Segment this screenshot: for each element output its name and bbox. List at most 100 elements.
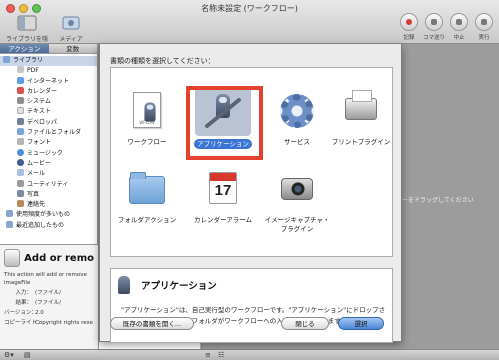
open-existing-button[interactable]: 既存の書類を開く...	[110, 317, 194, 330]
library-item-contacts[interactable]: 連絡先	[0, 200, 97, 210]
library-pane: アクション 変数 ライブラリ PDF インターネット カレンダー システム テキ…	[0, 44, 98, 349]
settings-menu-icon[interactable]: ⚙▾	[4, 351, 14, 359]
run-icon	[475, 13, 493, 31]
run-label: 実行	[478, 35, 490, 41]
tab-variables[interactable]: 変数	[49, 44, 98, 53]
type-print-plugin[interactable]: プリントプラグイン	[327, 90, 395, 147]
application-small-icon	[115, 275, 135, 295]
type-application-label: アプリケーション	[189, 139, 257, 149]
window-toolbar: 名称未設定 (ワークフロー) ライブラリを隠す メディア 記録 コマ送り 中止 …	[0, 0, 499, 52]
step-icon	[425, 13, 443, 31]
stop-icon	[450, 13, 468, 31]
bottom-bar: ⚙▾ ▤ ≡ ☷	[0, 349, 499, 360]
library-item-mail[interactable]: メール	[0, 169, 97, 179]
internet-icon	[17, 76, 24, 84]
media-button[interactable]: メディア	[56, 14, 86, 43]
calendar-date: 17	[214, 182, 232, 199]
camera-icon	[275, 168, 319, 212]
font-icon	[17, 138, 24, 146]
library-item-files-folders[interactable]: ファイルとフォルダ	[0, 128, 97, 138]
action-copyright: コピーライト：Copyright rights rese	[4, 320, 93, 326]
library-item-movies[interactable]: ムービー	[0, 158, 97, 169]
close-button[interactable]: 閉じる	[281, 317, 329, 330]
type-workflow-label: ワークフロー	[127, 138, 167, 146]
action-input: 入力： (ファイル/	[15, 290, 61, 296]
library-item-pdf[interactable]: PDF	[0, 66, 97, 76]
type-print-plugin-label: プリントプラグイン	[331, 138, 391, 146]
action-icon	[4, 249, 21, 267]
application-robot-icon	[195, 86, 251, 136]
photos-icon	[17, 189, 24, 197]
library-icon	[17, 14, 37, 32]
run-button[interactable]: 実行	[471, 13, 497, 41]
smart-folder-icon	[6, 210, 13, 218]
type-description-box: アプリケーション "アプリケーション"は、自己実行型のワークフローです。"アプリ…	[110, 268, 393, 343]
media-label: メディア	[59, 36, 83, 43]
step-label: コマ送り	[422, 35, 445, 41]
library-tabs: アクション 変数	[0, 44, 97, 54]
library-item-internet[interactable]: インターネット	[0, 76, 97, 87]
library-item-calendar[interactable]: カレンダー	[0, 86, 97, 97]
text-icon	[17, 107, 24, 115]
library-root[interactable]: ライブラリ	[0, 56, 97, 67]
description-title: アプリケーション	[141, 281, 217, 292]
pdf-icon	[17, 66, 24, 74]
music-icon	[17, 148, 24, 156]
type-calendar-alarm-label: カレンダーアラーム	[193, 216, 253, 224]
developer-icon	[17, 117, 24, 125]
library-folder-icon	[3, 56, 10, 63]
calendar-icon: 17	[201, 168, 245, 212]
step-button[interactable]: コマ送り	[421, 13, 447, 41]
library-list: ライブラリ PDF インターネット カレンダー システム テキスト デベロッパ …	[0, 54, 97, 233]
system-icon	[17, 97, 24, 105]
action-result: 結果： (ファイル/	[15, 300, 61, 306]
drag-hint: ーをドラッグしてください	[402, 197, 474, 204]
toggle-details-icon[interactable]: ▤	[24, 351, 31, 359]
media-icon	[61, 14, 81, 32]
stop-label: 中止	[453, 35, 465, 41]
library-item-developer[interactable]: デベロッパ	[0, 117, 97, 128]
sheet-prompt: 書類の種類を選択してください：	[110, 57, 215, 65]
type-service-label: サービス	[284, 138, 310, 146]
variables-icon[interactable]: ☷	[218, 351, 224, 359]
action-version: バージョン：2.0	[4, 310, 44, 316]
document-type-grid: ワークフロー アプリケーション サービス プリントプラグイン フォルダアクション…	[110, 67, 393, 257]
document-type-sheet: 書類の種類を選択してください： ワークフロー アプリケーション サービス プリン…	[99, 44, 402, 343]
type-calendar-alarm[interactable]: 17 カレンダーアラーム	[189, 168, 257, 225]
type-workflow[interactable]: ワークフロー	[113, 90, 181, 147]
description-header: アプリケーション	[115, 275, 217, 295]
type-service[interactable]: サービス	[263, 90, 331, 147]
calendar-small-icon	[17, 86, 24, 94]
library-item-music[interactable]: ミュージック	[0, 148, 97, 159]
action-name: Add or remo	[24, 252, 94, 264]
type-image-capture-plugin-label: イメージキャプチャ・プラグイン	[264, 216, 330, 233]
library-item-fonts[interactable]: フォント	[0, 138, 97, 148]
library-item-system[interactable]: システム	[0, 97, 97, 107]
library-item-photos[interactable]: 写真	[0, 189, 97, 200]
action-description: This action will add or remove imageFile	[4, 272, 87, 286]
record-icon	[400, 13, 418, 31]
type-folder-action[interactable]: フォルダアクション	[113, 168, 181, 225]
service-gear-icon	[275, 90, 319, 134]
mail-icon	[17, 169, 24, 177]
finder-icon	[17, 128, 24, 136]
action-header: Add or remo	[4, 249, 94, 267]
record-button[interactable]: 記録	[396, 13, 422, 41]
log-icon[interactable]: ≡	[205, 351, 211, 359]
type-folder-action-label: フォルダアクション	[117, 216, 177, 224]
library-recently-added[interactable]: 最近追加したもの	[0, 220, 97, 231]
printer-icon	[339, 90, 383, 134]
type-image-capture-plugin[interactable]: イメージキャプチャ・プラグイン	[263, 168, 331, 234]
movie-icon	[17, 158, 24, 166]
tab-actions[interactable]: アクション	[0, 44, 49, 53]
workflow-document-icon	[125, 90, 169, 134]
stop-button[interactable]: 中止	[446, 13, 472, 41]
library-item-text[interactable]: テキスト	[0, 107, 97, 117]
library-most-used[interactable]: 使用頻度が多いもの	[0, 210, 97, 220]
contacts-icon	[17, 200, 24, 208]
type-application[interactable]: アプリケーション	[189, 86, 257, 149]
record-label: 記録	[403, 35, 415, 41]
choose-button[interactable]: 選択	[338, 317, 384, 330]
utilities-icon	[17, 179, 24, 187]
library-item-utilities[interactable]: ユーティリティ	[0, 179, 97, 190]
